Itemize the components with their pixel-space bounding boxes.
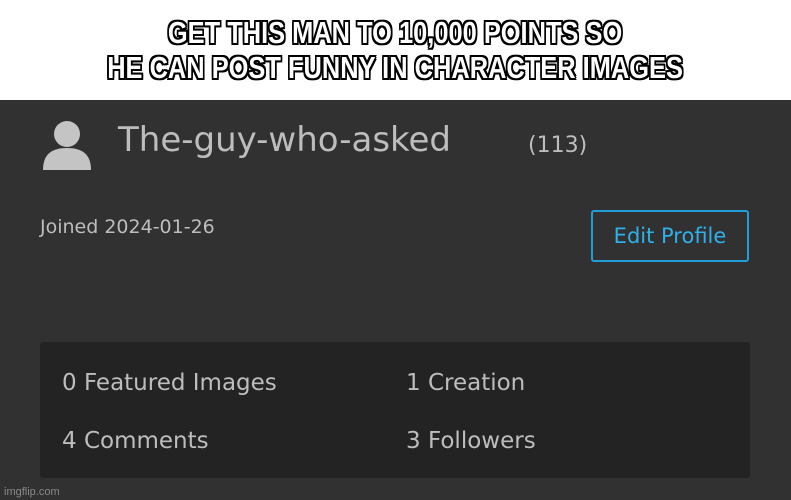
user-silhouette-icon — [40, 120, 94, 170]
caption-line-1: GET THIS MAN TO 10,000 POINTS SO — [168, 15, 623, 50]
imgflip-watermark: imgflip.com — [4, 486, 60, 498]
profile-username: The-guy-who-asked — [118, 120, 452, 160]
stat-featured-images[interactable]: 0 Featured Images — [62, 370, 277, 396]
profile-stats-box: 0 Featured Images 1 Creation 4 Comments … — [40, 342, 750, 478]
caption-line-2: HE CAN POST FUNNY IN CHARACTER IMAGES — [107, 50, 684, 85]
joined-date: Joined 2024-01-26 — [40, 216, 215, 238]
profile-points: (113) — [528, 133, 588, 158]
edit-profile-button[interactable]: Edit Profile — [591, 210, 749, 262]
stat-followers[interactable]: 3 Followers — [406, 428, 536, 454]
stat-creations[interactable]: 1 Creation — [406, 370, 525, 396]
meme-caption: GET THIS MAN TO 10,000 POINTS SO HE CAN … — [0, 0, 791, 100]
stat-comments[interactable]: 4 Comments — [62, 428, 209, 454]
profile-panel: The-guy-who-asked (113) Joined 2024-01-2… — [0, 100, 791, 500]
